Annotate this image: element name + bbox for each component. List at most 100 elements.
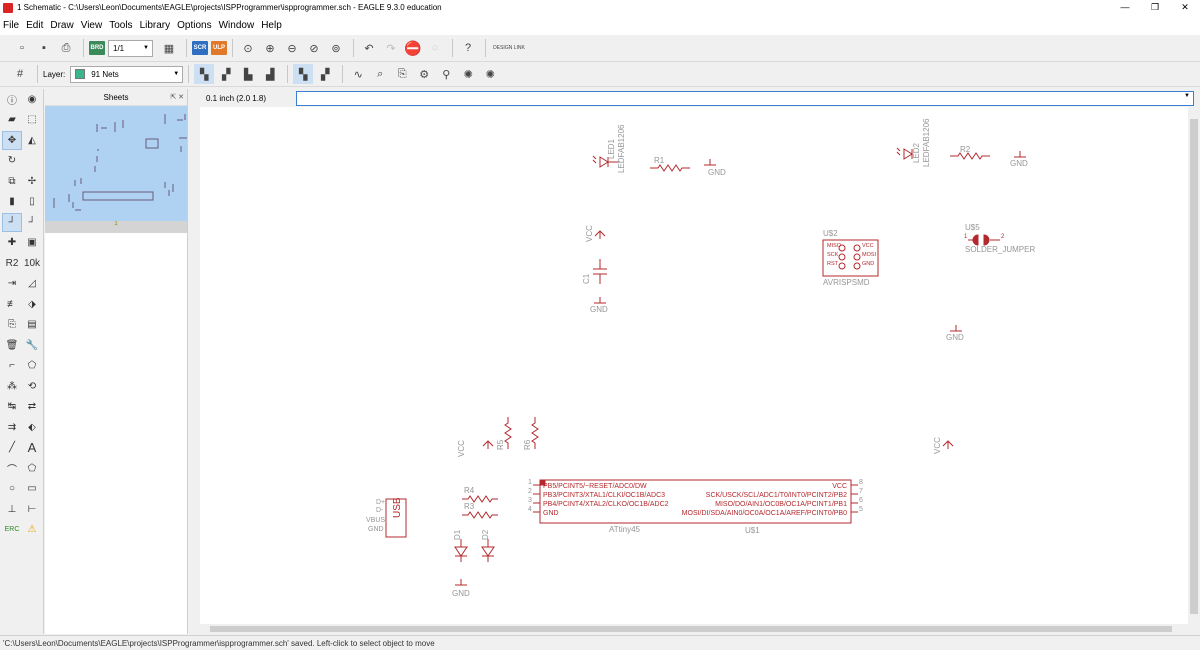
minimize-button[interactable]: — [1110,0,1140,15]
search-icon[interactable]: ⌕ [370,64,390,84]
menu-tools[interactable]: Tools [109,20,132,31]
r3-symbol[interactable] [462,511,498,519]
wave-icon[interactable]: ∿ [348,64,368,84]
wire-bend-3-icon[interactable]: ▟ [260,64,280,84]
net-icon[interactable]: ┘ [2,212,22,232]
style-continuous-icon[interactable]: ▚ [293,64,314,84]
rotate-icon[interactable]: ↻ [2,151,22,170]
d1-diode[interactable] [454,539,468,562]
print-icon[interactable]: ⎙ [56,38,76,58]
name-icon[interactable]: R2 [2,254,22,273]
erc-icon[interactable]: ERC [2,520,22,539]
wire-bend-2-icon[interactable]: ▙ [238,64,258,84]
gear-doc-icon[interactable]: ⚙ [414,64,434,84]
style-dashed-icon[interactable]: ▞ [315,64,335,84]
bus-icon[interactable]: ┘ [22,213,42,232]
polygon-icon[interactable]: ⬠ [22,459,42,478]
group-icon[interactable]: ⧉ [2,172,22,191]
line-icon[interactable]: ╱ [2,438,22,457]
vcc-symbol-3[interactable] [942,440,954,449]
paste-icon[interactable]: ▤ [22,315,42,334]
add-net-icon[interactable]: ⚲ [436,64,456,84]
script-icon[interactable]: SCR [192,41,208,55]
sheet-select[interactable]: 1/1 ▼ [108,39,153,57]
display-icon[interactable]: ▰ [2,110,22,129]
part-icon[interactable]: ▯ [22,192,42,211]
arc-icon[interactable]: ⌒ [2,459,22,478]
ripup-icon[interactable]: ⟲ [22,377,42,396]
zoom-in-icon[interactable]: ⊕ [260,38,280,58]
canvas-vertical-scrollbar[interactable] [1188,107,1200,624]
design-link-button[interactable]: DESIGN LINK [491,38,527,58]
text-icon[interactable]: A [22,438,42,457]
menu-file[interactable]: File [3,20,19,31]
move-icon[interactable]: ✥ [2,130,22,150]
new-file-icon[interactable]: ▫ [12,38,32,58]
copy-tool-icon[interactable]: ⎘ [2,315,22,334]
menu-help[interactable]: Help [261,20,282,31]
grid-icon[interactable]: # [10,64,30,84]
arrow-diamond-icon[interactable]: ⬖ [22,418,42,437]
arrows-icon[interactable]: ⇉ [2,418,22,437]
mark-icon[interactable]: ⬚ [22,110,42,129]
undo-icon[interactable]: ↶ [359,38,379,58]
r1-symbol[interactable] [650,164,690,172]
slice-icon[interactable]: ◿ [22,274,42,293]
zoom-fit-icon[interactable]: ⊙ [238,38,258,58]
schematic-canvas[interactable]: LED1 LEDFAB1206 R1 GND LED2 LEDFAB1206 R… [200,107,1188,624]
info-icon[interactable]: ⓘ [2,90,22,109]
gnd-symbol-4[interactable] [950,325,962,332]
menu-view[interactable]: View [81,20,103,31]
r6-symbol[interactable] [531,417,539,449]
close-button[interactable]: ✕ [1170,0,1200,15]
menu-draw[interactable]: Draw [50,20,73,31]
help-icon[interactable]: ? [458,38,478,58]
gateswap-icon[interactable]: ⇥ [2,274,22,293]
vcc-symbol-2[interactable] [482,440,494,449]
board-switch-icon[interactable]: BRD [89,41,105,55]
layer-select[interactable]: 91 Nets ▼ [70,65,184,83]
go-icon[interactable]: ○ [425,38,445,58]
solder-jumper-symbol[interactable] [968,234,1000,246]
panel-close-icon[interactable]: ⇱ ✕ [170,93,184,101]
wire-bend-1-icon[interactable]: ▞ [216,64,236,84]
change-icon[interactable]: ≢ [2,295,22,314]
save-icon[interactable]: ▪ [34,38,54,58]
dimension-icon[interactable]: ⊥ [2,500,22,519]
canvas-horizontal-scrollbar[interactable] [200,624,1188,634]
menu-options[interactable]: Options [177,20,211,31]
led2-symbol[interactable] [896,147,913,160]
warning-icon[interactable]: ⚠ [22,520,42,539]
settings-alt-icon[interactable]: ✺ [480,64,500,84]
copy-icon[interactable]: ⎘ [392,64,412,84]
measure-icon[interactable]: ⊢ [22,500,42,519]
vcc-symbol-1[interactable] [594,230,606,239]
redo-icon[interactable]: ↷ [381,38,401,58]
gnd-symbol-3[interactable] [594,297,606,304]
menu-edit[interactable]: Edit [26,20,43,31]
zoom-out-icon[interactable]: ⊖ [282,38,302,58]
delete-icon[interactable]: 🗑 [2,336,22,355]
c1-capacitor[interactable] [593,259,607,284]
split-icon[interactable]: ▮ [2,192,22,211]
swap-icon[interactable]: ⇄ [22,397,42,416]
stop-icon[interactable]: ⛔ [403,38,423,58]
settings-icon[interactable]: ✺ [458,64,478,84]
attribute-icon[interactable]: ⬗ [22,295,42,314]
gnd-symbol-5[interactable] [455,579,467,586]
value-icon[interactable]: 10k [22,254,42,273]
route-icon[interactable]: ⁂ [2,377,22,396]
menu-window[interactable]: Window [219,20,255,31]
replace-icon[interactable]: 🔧 [22,336,42,355]
rectangle-icon[interactable]: ▭ [22,479,42,498]
mirror-text-icon[interactable]: ↹ [2,397,22,416]
command-input[interactable]: ▼ [296,90,1194,106]
junction-icon[interactable]: ✚ [2,233,22,252]
ulp-icon[interactable]: ULP [211,41,227,55]
gnd-symbol-2[interactable] [1014,151,1026,158]
wire-bend-0-icon[interactable]: ▚ [194,64,215,84]
cam-processor-icon[interactable]: ▦ [159,38,179,58]
menu-library[interactable]: Library [140,20,171,31]
optimize-icon[interactable]: ⬠ [22,356,42,375]
label-icon[interactable]: ▣ [22,233,42,252]
